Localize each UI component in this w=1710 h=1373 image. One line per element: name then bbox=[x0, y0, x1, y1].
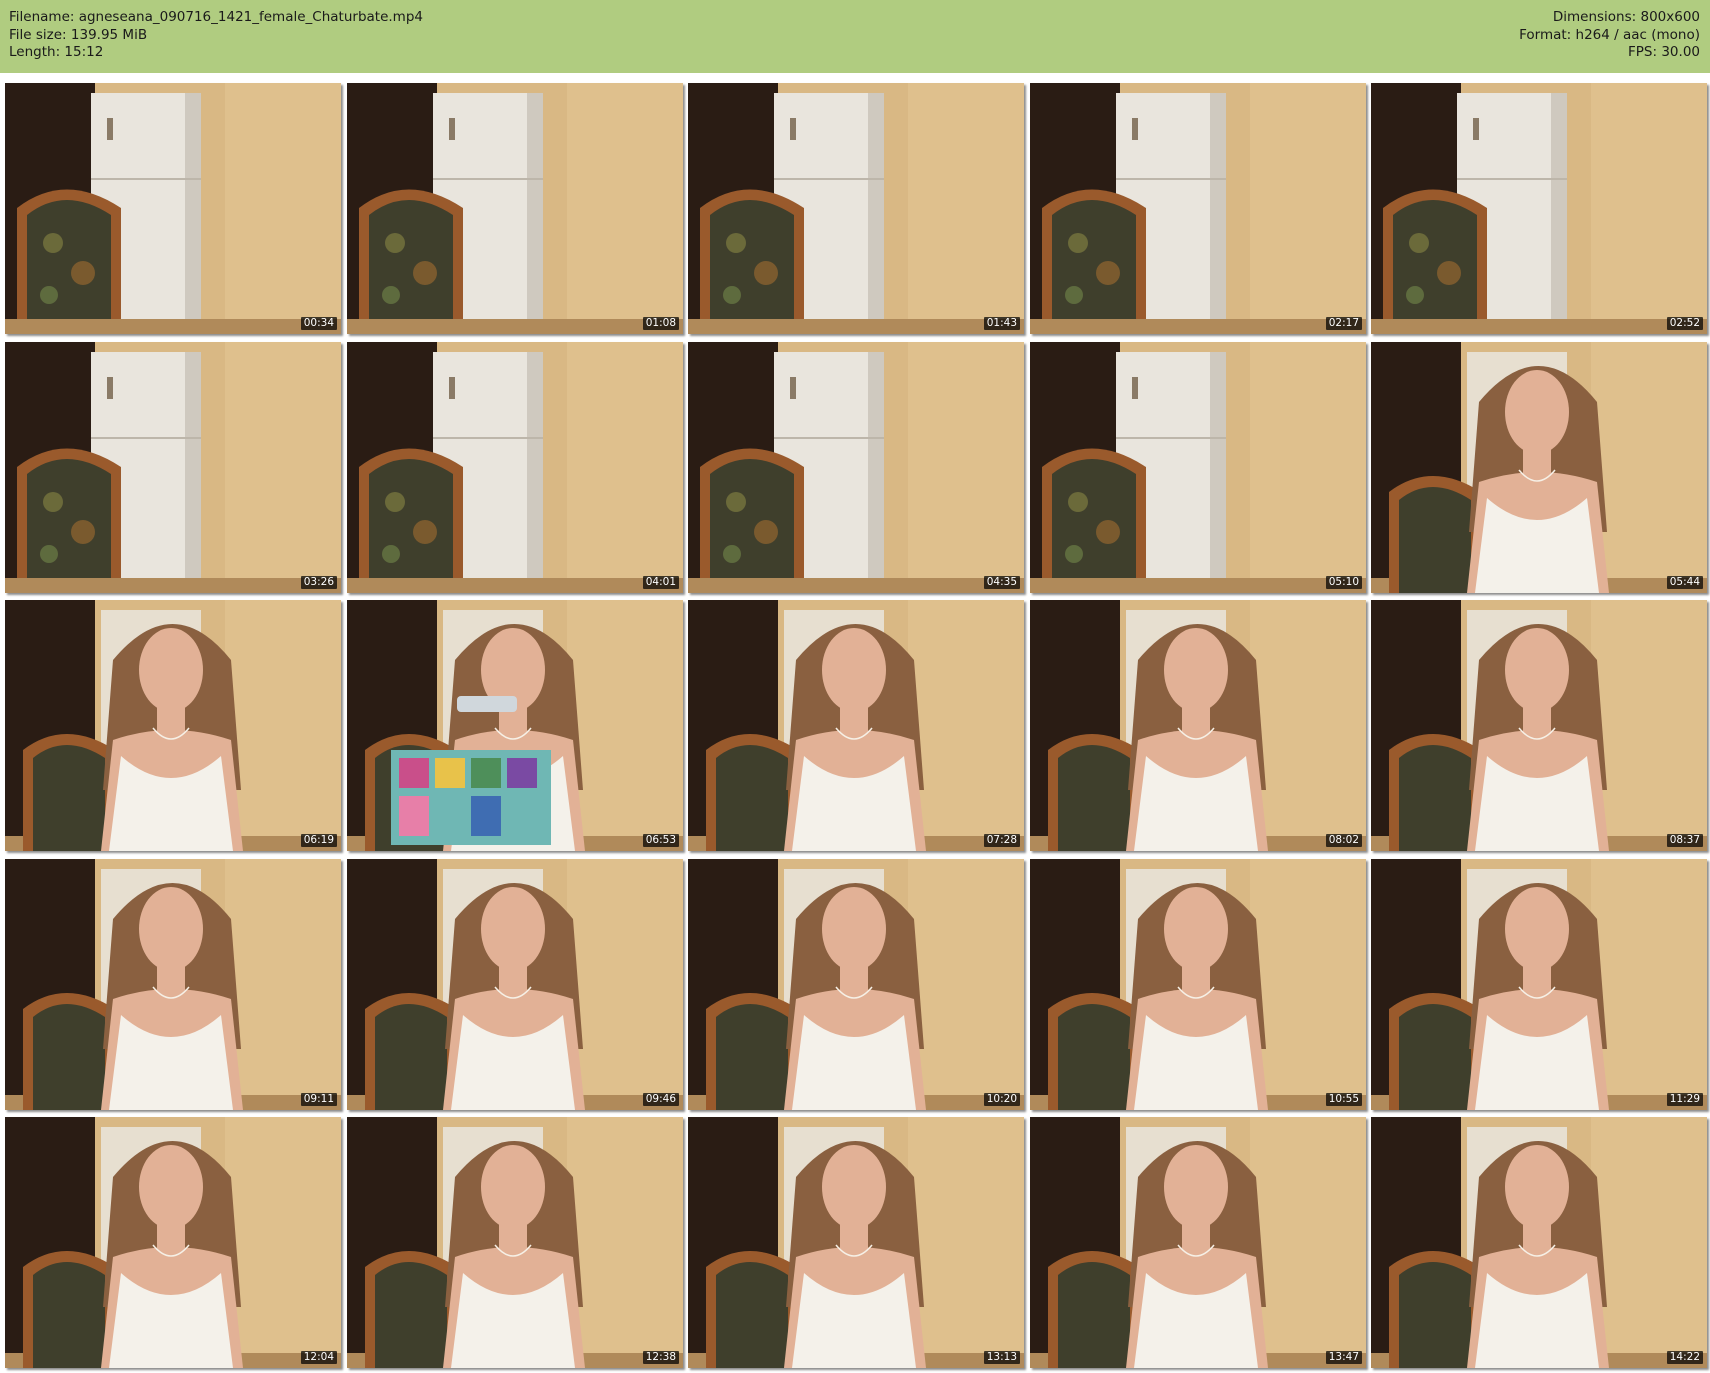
thumbnail-frame: 06:53 bbox=[347, 600, 683, 851]
timestamp-label: 07:28 bbox=[983, 834, 1020, 847]
thumbnail-image bbox=[347, 83, 683, 334]
thumbnail-image bbox=[1030, 1117, 1366, 1368]
thumbnail-image bbox=[347, 859, 683, 1110]
thumbnail-image bbox=[1030, 859, 1366, 1110]
thumbnail-image bbox=[5, 83, 341, 334]
thumbnail-frame: 08:02 bbox=[1030, 600, 1366, 851]
thumbnail-image bbox=[688, 342, 1024, 593]
timestamp-label: 14:22 bbox=[1666, 1351, 1703, 1364]
thumbnail-frame: 02:52 bbox=[1371, 83, 1707, 334]
thumbnail-image bbox=[347, 1117, 683, 1368]
thumbnail-image bbox=[5, 1117, 341, 1368]
thumbnail-frame: 03:26 bbox=[5, 342, 341, 593]
timestamp-label: 04:01 bbox=[642, 576, 679, 589]
timestamp-label: 06:53 bbox=[642, 834, 679, 847]
thumbnail-image bbox=[688, 600, 1024, 851]
thumbnail-frame: 07:28 bbox=[688, 600, 1024, 851]
timestamp-label: 12:04 bbox=[300, 1351, 337, 1364]
timestamp-label: 01:08 bbox=[642, 317, 679, 330]
timestamp-label: 09:46 bbox=[642, 1093, 679, 1106]
thumbnail-image bbox=[347, 342, 683, 593]
thumbnail-frame: 10:55 bbox=[1030, 859, 1366, 1110]
thumbnail-frame: 10:20 bbox=[688, 859, 1024, 1110]
thumbnail-grid: 00:34 01:08 01:43 02:17 02:52 03:26 04:01 04:35… bbox=[0, 0, 1710, 1373]
timestamp-label: 03:26 bbox=[300, 576, 337, 589]
thumbnail-image bbox=[347, 600, 683, 851]
thumbnail-image bbox=[1371, 83, 1707, 334]
thumbnail-frame: 14:22 bbox=[1371, 1117, 1707, 1368]
timestamp-label: 08:02 bbox=[1325, 834, 1362, 847]
timestamp-label: 10:20 bbox=[983, 1093, 1020, 1106]
thumbnail-image bbox=[1030, 83, 1366, 334]
thumbnail-image bbox=[1371, 600, 1707, 851]
timestamp-label: 13:13 bbox=[983, 1351, 1020, 1364]
thumbnail-image bbox=[688, 859, 1024, 1110]
thumbnail-frame: 01:43 bbox=[688, 83, 1024, 334]
thumbnail-image bbox=[1030, 600, 1366, 851]
thumbnail-frame: 05:10 bbox=[1030, 342, 1366, 593]
timestamp-label: 08:37 bbox=[1666, 834, 1703, 847]
timestamp-label: 10:55 bbox=[1325, 1093, 1362, 1106]
timestamp-label: 02:52 bbox=[1666, 317, 1703, 330]
thumbnail-image bbox=[1371, 342, 1707, 593]
timestamp-label: 06:19 bbox=[300, 834, 337, 847]
thumbnail-frame: 02:17 bbox=[1030, 83, 1366, 334]
thumbnail-frame: 13:47 bbox=[1030, 1117, 1366, 1368]
thumbnail-frame: 08:37 bbox=[1371, 600, 1707, 851]
thumbnail-frame: 11:29 bbox=[1371, 859, 1707, 1110]
thumbnail-frame: 09:46 bbox=[347, 859, 683, 1110]
thumbnail-frame: 01:08 bbox=[347, 83, 683, 334]
thumbnail-image bbox=[5, 859, 341, 1110]
thumbnail-image bbox=[1371, 1117, 1707, 1368]
thumbnail-frame: 05:44 bbox=[1371, 342, 1707, 593]
thumbnail-frame: 09:11 bbox=[5, 859, 341, 1110]
timestamp-label: 04:35 bbox=[983, 576, 1020, 589]
thumbnail-frame: 04:35 bbox=[688, 342, 1024, 593]
thumbnail-frame: 06:19 bbox=[5, 600, 341, 851]
timestamp-label: 00:34 bbox=[300, 317, 337, 330]
timestamp-label: 13:47 bbox=[1325, 1351, 1362, 1364]
timestamp-label: 09:11 bbox=[300, 1093, 337, 1106]
thumbnail-frame: 00:34 bbox=[5, 83, 341, 334]
thumbnail-image bbox=[1030, 342, 1366, 593]
timestamp-label: 05:10 bbox=[1325, 576, 1362, 589]
thumbnail-frame: 12:04 bbox=[5, 1117, 341, 1368]
timestamp-label: 02:17 bbox=[1325, 317, 1362, 330]
timestamp-label: 12:38 bbox=[642, 1351, 679, 1364]
thumbnail-frame: 04:01 bbox=[347, 342, 683, 593]
timestamp-label: 05:44 bbox=[1666, 576, 1703, 589]
thumbnail-image bbox=[5, 342, 341, 593]
thumbnail-image bbox=[688, 83, 1024, 334]
thumbnail-frame: 13:13 bbox=[688, 1117, 1024, 1368]
timestamp-label: 01:43 bbox=[983, 317, 1020, 330]
thumbnail-image bbox=[1371, 859, 1707, 1110]
thumbnail-frame: 12:38 bbox=[347, 1117, 683, 1368]
thumbnail-image bbox=[5, 600, 341, 851]
timestamp-label: 11:29 bbox=[1666, 1093, 1703, 1106]
thumbnail-image bbox=[688, 1117, 1024, 1368]
